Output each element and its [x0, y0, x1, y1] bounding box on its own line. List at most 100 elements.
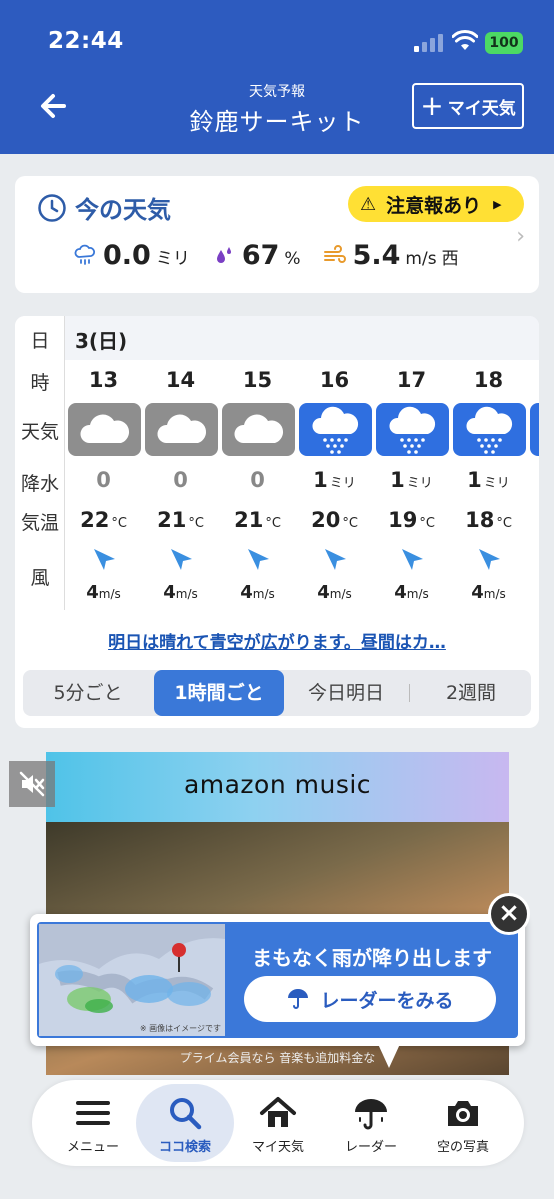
- row-label-weather: 天気: [20, 421, 59, 443]
- wind-speed-value: 4m/s: [471, 582, 506, 603]
- precip-value: 0: [96, 468, 111, 492]
- temp-value: 21 °C: [234, 508, 281, 532]
- nav-my-weather[interactable]: マイ天気: [229, 1084, 327, 1162]
- hourly-forecast-card: 日 時 天気 降水 気温 風 3(日) 13 0 22 °C 4m/s 14 0 21 °C 4m…: [15, 316, 539, 728]
- search-icon: [170, 1098, 202, 1130]
- row-label-wind: 風: [30, 567, 50, 589]
- current-weather-heading: 今の天気: [37, 190, 171, 225]
- rain-icon: [299, 403, 372, 456]
- precip-value: 1 ミリ: [467, 468, 510, 492]
- precip-value: 1 ミリ: [390, 468, 433, 492]
- speaker-muted-icon: [19, 771, 45, 797]
- forecast-summary-link[interactable]: 明日は晴れて青空が広がります。昼間はカ…: [15, 628, 539, 653]
- date-row: 3(日): [65, 316, 539, 360]
- alert-badge[interactable]: ⚠ 注意報あり ▶: [348, 186, 524, 222]
- status-time: 22:44: [48, 28, 124, 54]
- wind-speed-value: 4m/s: [86, 582, 121, 603]
- date-label: 3(日): [75, 329, 128, 353]
- row-label-temp: 気温: [20, 512, 59, 534]
- chevron-right-icon: ▶: [493, 197, 502, 211]
- temp-value: 18 °C: [465, 508, 512, 532]
- row-label-precip: 降水: [20, 473, 59, 495]
- menu-icon: [76, 1101, 110, 1125]
- cellular-signal-icon: [414, 34, 444, 52]
- tab-5min[interactable]: 5分ごと: [23, 670, 153, 716]
- add-my-weather-button[interactable]: + マイ天気: [412, 83, 524, 129]
- temp-value: 20 °C: [311, 508, 358, 532]
- rain-alert-popup: ※ 画像はイメージです まもなく雨が降り出します レーダーをみる: [30, 914, 525, 1046]
- precip-value: 0: [250, 468, 265, 492]
- popup-pointer: [378, 1044, 400, 1068]
- current-humidity: 67 %: [212, 240, 301, 271]
- map-note: ※ 画像はイメージです: [139, 1024, 221, 1033]
- umbrella-icon: [355, 1099, 387, 1130]
- nav-menu[interactable]: メニュー: [44, 1084, 142, 1162]
- rain-icon: [376, 403, 449, 456]
- hour-label: 15: [242, 368, 273, 392]
- wind-speed-value: 4m/s: [163, 582, 198, 603]
- tab-hourly[interactable]: 1時間ごと: [154, 670, 284, 716]
- nav-radar[interactable]: レーダー: [322, 1084, 420, 1162]
- status-bar: 22:44 100: [0, 0, 554, 70]
- clock-icon: [38, 193, 66, 222]
- current-wind: 5.4 m/s 西: [323, 240, 459, 271]
- hour-column: 13 0 22 °C 4m/s: [65, 360, 142, 610]
- hour-label: 14: [165, 368, 196, 392]
- add-my-weather-label: マイ天気: [447, 98, 516, 119]
- ad-brand-logo: amazon music: [183, 770, 372, 799]
- wind-direction-icon: [399, 546, 425, 572]
- wind-direction-icon: [322, 546, 348, 572]
- hour-column: 18 1 ミリ 18 °C 4m/s: [450, 360, 527, 610]
- hourly-columns[interactable]: 13 0 22 °C 4m/s 14 0 21 °C 4m/s 15 0 21 °C 4m/s 16 1 ミリ 20…: [65, 360, 539, 610]
- close-popup-button[interactable]: ×: [488, 893, 530, 935]
- view-radar-label: レーダーをみる: [320, 989, 454, 1012]
- alert-label: 注意報あり: [386, 194, 482, 217]
- radar-map-image: [39, 924, 225, 1013]
- wind-direction-icon: [168, 546, 194, 572]
- temp-value: 21 °C: [157, 508, 204, 532]
- cloud-icon: [222, 403, 295, 456]
- precip-value: 0: [173, 468, 188, 492]
- wind-direction-icon: [476, 546, 502, 572]
- tab-divider: [409, 684, 410, 702]
- umbrella-icon: [288, 989, 309, 1009]
- wind-direction-icon: [91, 546, 117, 572]
- rain-alert-panel: ※ 画像はイメージです まもなく雨が降り出します レーダーをみる: [37, 922, 518, 1038]
- cloud-icon: [145, 403, 218, 456]
- tab-today-tomorrow[interactable]: 今日明日: [285, 670, 407, 716]
- hour-label: 17: [396, 368, 427, 392]
- current-weather-title: 今の天気: [75, 196, 171, 224]
- rain-icon: [453, 403, 526, 456]
- bottom-navigation: メニュー ココ検索 マイ天気 レーダー 空の写真: [32, 1080, 524, 1166]
- ad-header: amazon music: [46, 752, 509, 822]
- nav-sky-photos[interactable]: 空の写真: [414, 1084, 512, 1162]
- wind-icon: [323, 244, 346, 263]
- rain-cloud-icon: [74, 244, 95, 265]
- hour-label: 16: [319, 368, 350, 392]
- rain-icon: [530, 403, 539, 456]
- camera-icon: [448, 1101, 478, 1126]
- nav-search[interactable]: ココ検索: [136, 1084, 234, 1162]
- hour-column: 14 0 21 °C 4m/s: [142, 360, 219, 610]
- wifi-icon: [452, 30, 478, 50]
- tab-2weeks[interactable]: 2週間: [411, 670, 531, 716]
- row-label-date: 日: [30, 330, 50, 352]
- interval-tabs: 5分ごと 1時間ごと 今日明日 2週間: [23, 670, 531, 716]
- temp-value: 22 °C: [80, 508, 127, 532]
- wind-speed-value: 4m/s: [317, 582, 352, 603]
- wind-direction-icon: [245, 546, 271, 572]
- mute-button[interactable]: [9, 761, 55, 807]
- current-weather-card[interactable]: 今の天気 ⚠ 注意報あり ▶ 0.0 ミリ 67 % 5.4 m/s 西 ›: [15, 176, 539, 293]
- ad-footer-text: プライム会員なら 音楽も追加料金な: [179, 1051, 376, 1065]
- hour-column-partial: [527, 360, 539, 610]
- radar-map-thumbnail[interactable]: ※ 画像はイメージです: [39, 924, 225, 1036]
- app-header: 22:44 100 天気予報 鈴鹿サーキット + マイ天気: [0, 0, 554, 154]
- hour-column: 16 1 ミリ 20 °C 4m/s: [296, 360, 373, 610]
- home-icon: [260, 1097, 296, 1127]
- cloud-icon: [68, 403, 141, 456]
- droplets-icon: [216, 246, 231, 263]
- battery-indicator: 100: [485, 32, 523, 54]
- hour-column: 17 1 ミリ 19 °C 4m/s: [373, 360, 450, 610]
- view-radar-button[interactable]: レーダーをみる: [244, 976, 496, 1022]
- rain-alert-message: まもなく雨が降り出します: [252, 946, 492, 970]
